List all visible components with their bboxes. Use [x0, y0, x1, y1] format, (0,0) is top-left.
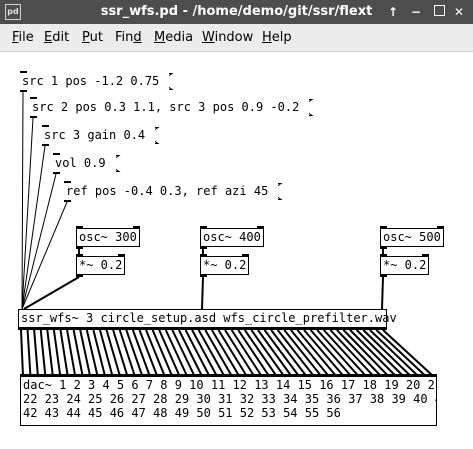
outlet: [53, 172, 60, 174]
signal-cord-14: [105, 329, 121, 377]
signal-cord-56: [382, 329, 434, 377]
minimize-button[interactable]: −: [408, 4, 424, 20]
control-cord: [21, 117, 34, 310]
outlet: [200, 275, 207, 277]
signal-cord-13: [99, 329, 114, 377]
object-dac[interactable]: dac~ 1 2 3 4 5 6 7 8 9 10 11 12 13 14 15…: [20, 376, 437, 426]
dac-line-3: 42 43 44 45 46 47 48 49 50 51 52 53 54 5…: [23, 406, 341, 420]
outlet: [42, 144, 49, 146]
signal-cord: [201, 276, 204, 310]
menu-media[interactable]: Media: [154, 30, 193, 45]
object-osc-300[interactable]: osc~ 300: [76, 228, 140, 247]
menu-file[interactable]: File: [12, 30, 34, 45]
signal-cord-3: [33, 329, 39, 377]
signal-cord-29: [204, 329, 233, 377]
signal-cord-52: [355, 329, 404, 377]
signal-cord-4: [39, 329, 47, 377]
outlet: [30, 116, 37, 118]
dac-line-2: 22 23 24 25 26 27 28 29 30 31 32 33 34 3…: [23, 392, 437, 406]
signal-cord-27: [191, 329, 218, 377]
signal-cord-17: [125, 329, 144, 377]
object-ssr-wfs[interactable]: ssr_wfs~ 3 circle_setup.asd wfs_circle_p…: [18, 309, 397, 328]
signal-cord-2: [26, 329, 32, 377]
title-bar: pd ssr_wfs.pd - /home/demo/git/ssr/flext…: [0, 0, 473, 24]
message-src2-src3-pos[interactable]: src 2 pos 0.3 1.1, src 3 pos 0.9 -0.2: [30, 99, 310, 116]
signal-cord-1: [20, 329, 24, 377]
menu-bar: File Edit Put Find Media Window Help: [0, 24, 473, 52]
object-osc-400[interactable]: osc~ 400: [200, 228, 264, 247]
menu-put[interactable]: Put: [82, 30, 103, 45]
object-mult-1[interactable]: *~ 0.2: [76, 256, 126, 275]
outlet: [380, 247, 387, 249]
control-cord: [21, 91, 24, 310]
pd-patch-window: pd ssr_wfs.pd - /home/demo/git/ssr/flext…: [0, 0, 473, 449]
signal-cord-6: [52, 329, 62, 377]
menu-window[interactable]: Window: [202, 30, 253, 45]
signal-cord-54: [369, 329, 419, 377]
signal-cord: [23, 276, 80, 310]
signal-cord-15: [112, 329, 129, 377]
message-src1-pos[interactable]: src 1 pos -1.2 0.75: [20, 73, 170, 90]
close-button[interactable]: ✕: [451, 4, 467, 20]
object-osc-500[interactable]: osc~ 500: [380, 228, 444, 247]
dac-line-1: dac~ 1 2 3 4 5 6 7 8 9 10 11 12 13 14 15…: [23, 378, 437, 392]
message-vol[interactable]: vol 0.9: [53, 155, 116, 172]
outlet: [380, 275, 387, 277]
raise-window-button[interactable]: ↑: [385, 4, 401, 20]
signal-cord-55: [375, 329, 427, 377]
signal-cord-28: [197, 329, 226, 377]
outlet: [76, 275, 83, 277]
signal-cord-38: [263, 329, 300, 377]
window-title: ssr_wfs.pd - /home/demo/git/ssr/flext: [100, 4, 373, 19]
signal-cord-53: [362, 329, 412, 377]
menu-help[interactable]: Help: [262, 30, 292, 45]
signal-cord-5: [46, 329, 54, 377]
signal-cord-37: [257, 329, 293, 377]
maximize-button[interactable]: [431, 4, 447, 20]
object-mult-2[interactable]: *~ 0.2: [200, 256, 250, 275]
outlet: [76, 247, 83, 249]
message-src3-gain[interactable]: src 3 gain 0.4: [42, 127, 156, 144]
patch-canvas[interactable]: src 1 pos -1.2 0.75 src 2 pos 0.3 1.1, s…: [0, 52, 473, 449]
signal-cord: [381, 276, 384, 310]
control-cord: [21, 145, 46, 310]
message-ref-pos-azi[interactable]: ref pos -0.4 0.3, ref azi 45: [64, 183, 279, 200]
signal-cord-7: [59, 329, 69, 377]
outlet: [64, 200, 71, 202]
menu-find[interactable]: Find: [115, 30, 142, 45]
object-mult-3[interactable]: *~ 0.2: [380, 256, 430, 275]
ssr-outlets: [18, 328, 387, 330]
signal-cord-8: [66, 329, 77, 377]
signal-cord-16: [118, 329, 136, 377]
maximize-icon: [433, 5, 445, 16]
outlet: [20, 90, 27, 92]
outlet: [200, 247, 207, 249]
menu-edit[interactable]: Edit: [44, 30, 69, 45]
